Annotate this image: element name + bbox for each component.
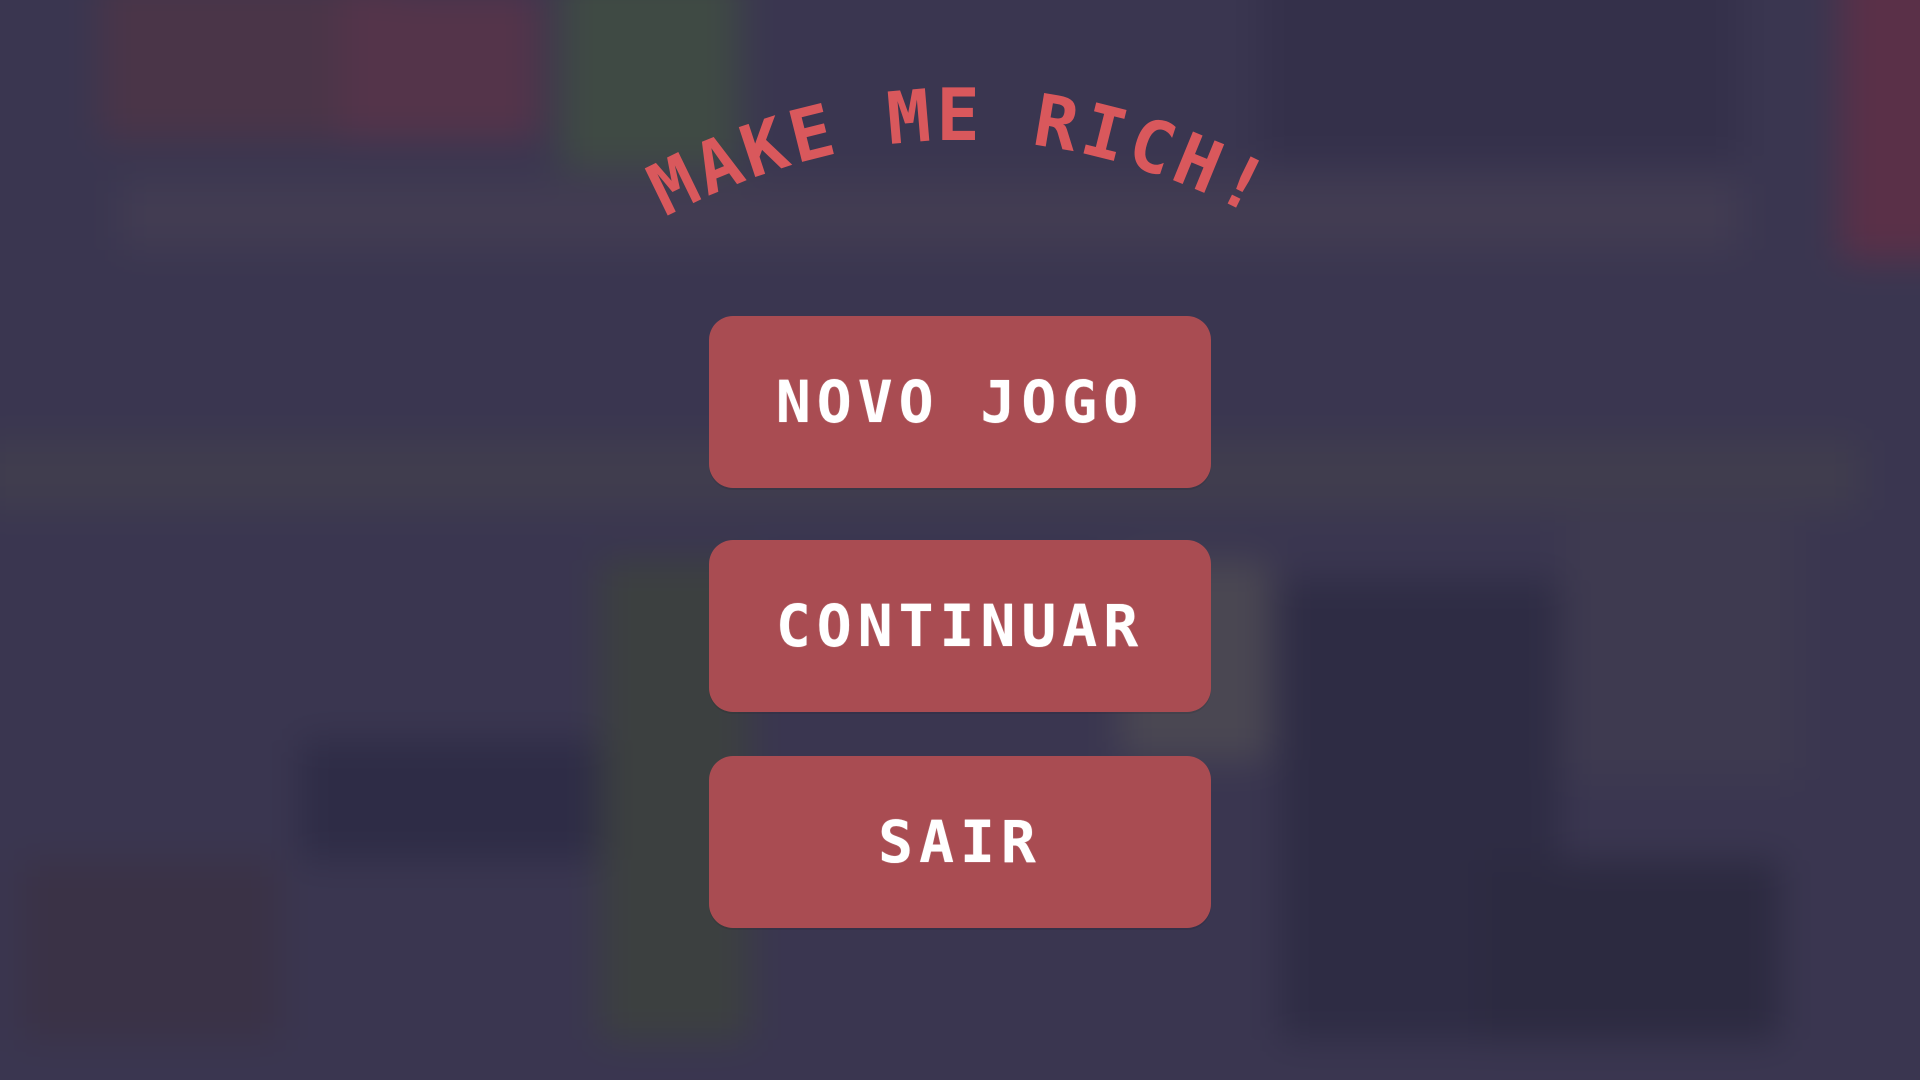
continue-button[interactable]: CONTINUAR <box>709 540 1211 712</box>
exit-label: SAIR <box>878 808 1042 876</box>
game-title-text: MAKE ME RICH! <box>636 73 1280 232</box>
exit-button[interactable]: SAIR <box>709 756 1211 928</box>
game-title: MAKE ME RICH! <box>636 73 1284 232</box>
new-game-button[interactable]: NOVO JOGO <box>709 316 1211 488</box>
main-menu-screen: MAKE ME RICH! NOVO JOGO CONTINUAR SAIR <box>0 0 1920 1080</box>
svg-text:MAKE ME RICH!: MAKE ME RICH! <box>636 73 1284 232</box>
continue-label: CONTINUAR <box>775 592 1145 660</box>
new-game-label: NOVO JOGO <box>775 368 1145 436</box>
